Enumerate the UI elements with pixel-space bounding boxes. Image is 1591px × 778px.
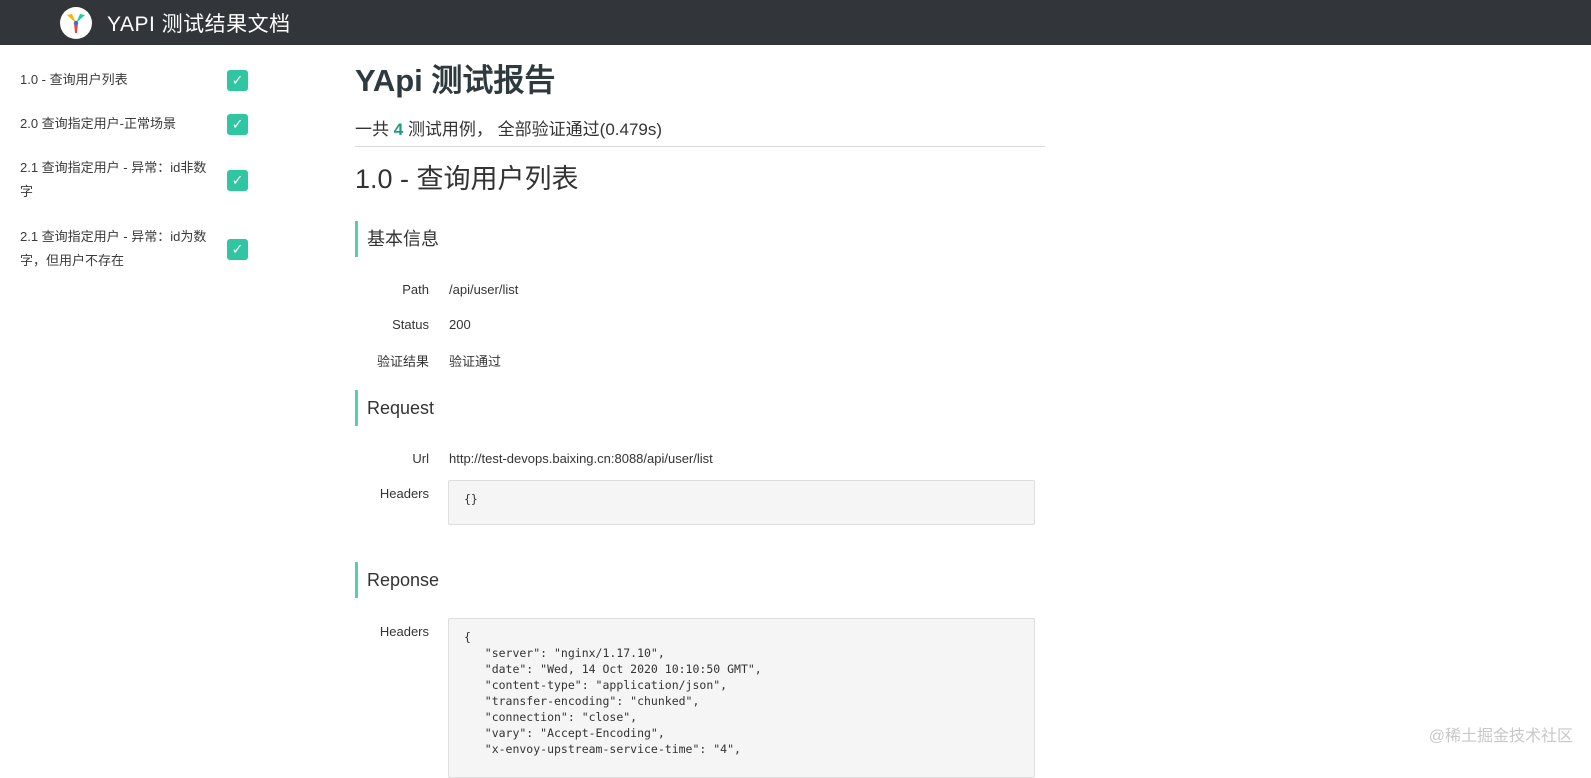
sidebar-item-case-3[interactable]: 2.1 查询指定用户 - 异常：id非数字 ✓ — [20, 156, 248, 204]
request-headers-code[interactable]: {} — [448, 480, 1035, 525]
section-basic-info: 基本信息 — [355, 221, 439, 257]
sidebar-item-case-1[interactable]: 1.0 - 查询用户列表 ✓ — [20, 68, 248, 92]
result-label: 验证结果 — [376, 354, 429, 369]
summary-prefix: 一共 — [355, 120, 389, 139]
summary-suffix: 全部验证通过(0.479s) — [497, 120, 663, 139]
sidebar-item-case-2[interactable]: 2.0 查询指定用户-正常场景 ✓ — [20, 112, 248, 136]
yapi-logo-icon[interactable] — [60, 6, 92, 39]
request-headers-label: Headers — [379, 486, 429, 501]
url-label: Url — [412, 451, 429, 466]
check-icon: ✓ — [227, 238, 248, 260]
section-request: Request — [355, 390, 434, 426]
response-headers-code[interactable]: { "server": "nginx/1.17.10", "date": "We… — [448, 618, 1035, 778]
total-count: 4 — [393, 120, 404, 139]
status-label: Status — [392, 317, 429, 332]
sidebar-item-label: 2.0 查询指定用户-正常场景 — [20, 116, 177, 131]
top-bar: YAPI 测试结果文档 — [0, 0, 1591, 45]
section-response: Reponse — [355, 562, 439, 598]
check-icon: ✓ — [227, 113, 248, 135]
app-title: YAPI 测试结果文档 — [107, 12, 291, 36]
response-headers-label: Headers — [379, 624, 429, 639]
divider — [355, 146, 1045, 147]
result-value: 验证通过 — [449, 354, 502, 369]
summary-mid: 测试用例， — [407, 120, 493, 139]
sidebar-item-label: 2.1 查询指定用户 - 异常：id为数字，但用户不存在 — [20, 229, 207, 268]
report-title: YApi 测试报告 — [355, 63, 556, 98]
sidebar-item-label: 2.1 查询指定用户 - 异常：id非数字 — [20, 160, 207, 199]
sidebar-item-label: 1.0 - 查询用户列表 — [20, 72, 128, 87]
path-label: Path — [402, 282, 429, 297]
url-value[interactable]: http://test-devops.baixing.cn:8088/api/u… — [449, 451, 713, 466]
case-title: 1.0 - 查询用户列表 — [355, 164, 579, 194]
check-icon: ✓ — [227, 69, 248, 91]
watermark: @稀土掘金技术社区 — [1428, 728, 1573, 745]
status-value: 200 — [449, 317, 471, 332]
sidebar-item-case-4[interactable]: 2.1 查询指定用户 - 异常：id为数字，但用户不存在 ✓ — [20, 225, 248, 273]
report-summary: 一共 4 测试用例， 全部验证通过(0.479s) — [355, 115, 662, 140]
path-value: /api/user/list — [449, 282, 519, 297]
check-icon: ✓ — [227, 169, 248, 191]
